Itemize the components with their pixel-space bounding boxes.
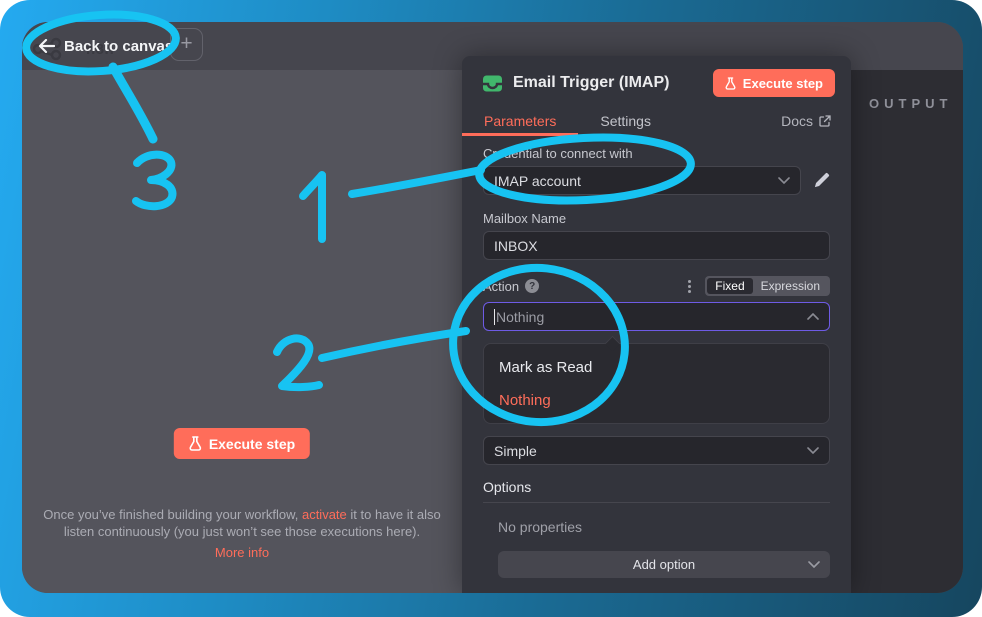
external-link-icon	[819, 115, 831, 127]
action-select[interactable]: Nothing	[483, 302, 830, 331]
mailbox-input[interactable]: INBOX	[483, 231, 830, 260]
format-select[interactable]: Simple	[483, 436, 830, 465]
node-title: Email Trigger (IMAP)	[513, 74, 713, 92]
docs-link[interactable]: Docs	[761, 105, 851, 136]
action-value: Nothing	[494, 309, 544, 325]
dropdown-option-nothing[interactable]: Nothing	[484, 384, 829, 417]
fixed-expression-toggle: Fixed Expression	[705, 276, 830, 296]
mailbox-value: INBOX	[494, 238, 538, 254]
parameters-form: Credential to connect with IMAP account …	[462, 136, 851, 578]
activate-link[interactable]: activate	[302, 507, 347, 522]
execute-step-button-panel[interactable]: Execute step	[713, 69, 835, 97]
screenshot-frame: n8n Back to canvas + Execute step Once y…	[0, 0, 982, 617]
output-panel: OUTPUT	[851, 70, 963, 593]
options-divider	[483, 502, 830, 503]
n8n-app-window: n8n Back to canvas + Execute step Once y…	[22, 22, 963, 593]
mailbox-label: Mailbox Name	[483, 211, 830, 226]
arrow-left-icon	[38, 39, 55, 53]
execute-step-button-canvas[interactable]: Execute step	[174, 428, 310, 459]
add-option-label: Add option	[633, 557, 695, 572]
chevron-down-icon	[778, 177, 790, 184]
action-dropdown-popover: Mark as Read Nothing	[483, 343, 830, 424]
parameter-options-menu-icon[interactable]	[686, 278, 693, 295]
chevron-up-icon	[807, 313, 819, 320]
toggle-expression[interactable]: Expression	[753, 278, 828, 294]
new-tab-button[interactable]: +	[170, 28, 203, 61]
flask-icon	[189, 436, 202, 451]
flask-icon	[725, 77, 736, 90]
back-to-canvas-label: Back to canvas	[64, 38, 173, 55]
no-properties-text: No properties	[498, 519, 830, 535]
action-label: Action	[483, 279, 519, 294]
action-label-row: Action ?	[483, 279, 539, 294]
input-canvas-area: Execute step Once you’ve finished buildi…	[22, 70, 462, 593]
note-text: Once you’ve finished building your workf…	[43, 507, 302, 522]
chevron-down-icon	[807, 447, 819, 454]
back-to-canvas-button[interactable]: Back to canvas	[38, 30, 173, 62]
dropdown-option-mark-as-read[interactable]: Mark as Read	[484, 351, 829, 384]
execute-step-label: Execute step	[743, 76, 823, 91]
panel-tabs: Parameters Settings Docs	[462, 105, 851, 136]
output-panel-label: OUTPUT	[869, 96, 952, 111]
node-settings-panel: Email Trigger (IMAP) Execute step Parame…	[462, 56, 851, 593]
format-value: Simple	[494, 443, 537, 459]
options-section-label: Options	[483, 479, 830, 495]
chevron-down-icon	[808, 561, 820, 568]
toggle-fixed[interactable]: Fixed	[707, 278, 752, 294]
edit-pencil-icon[interactable]	[813, 172, 830, 189]
help-icon[interactable]: ?	[525, 279, 539, 293]
execute-step-label: Execute step	[209, 436, 295, 452]
docs-label: Docs	[781, 113, 813, 129]
credential-select[interactable]: IMAP account	[483, 166, 801, 195]
email-inbox-icon	[482, 74, 503, 93]
text-cursor	[494, 309, 495, 325]
panel-header: Email Trigger (IMAP) Execute step	[462, 56, 851, 100]
tab-parameters[interactable]: Parameters	[462, 105, 578, 136]
activation-note: Once you’ve finished building your workf…	[27, 506, 457, 561]
add-option-button[interactable]: Add option	[498, 551, 830, 578]
tab-settings[interactable]: Settings	[578, 105, 673, 136]
more-info-link[interactable]: More info	[27, 544, 457, 561]
credential-label: Credential to connect with	[483, 146, 830, 161]
credential-value: IMAP account	[494, 173, 581, 189]
